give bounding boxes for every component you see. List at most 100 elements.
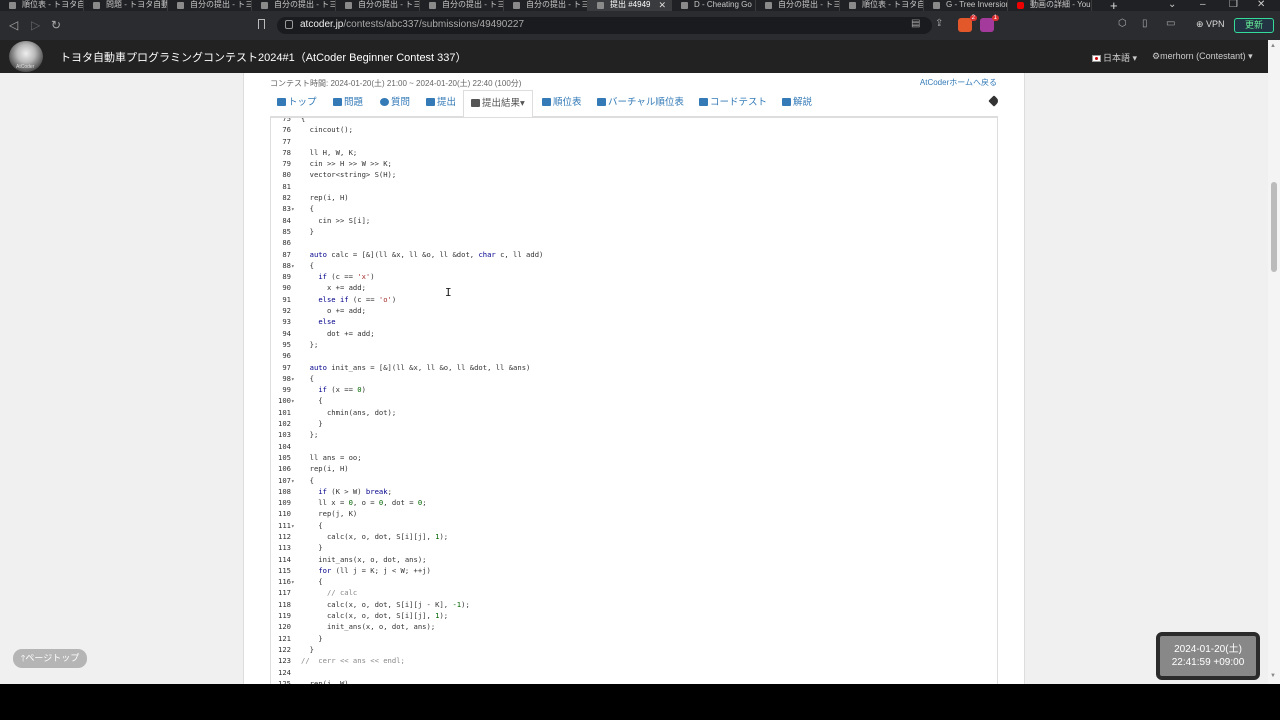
browser-tab[interactable]: 順位表 - トヨタ自動 xyxy=(840,0,924,11)
tab-code-test[interactable]: コードテスト xyxy=(699,90,767,117)
language-dropdown[interactable]: 日本語 ▾ xyxy=(1092,51,1137,64)
scrollbar-thumb[interactable] xyxy=(1271,182,1277,272)
tab-questions[interactable]: 質問 xyxy=(380,90,410,117)
forward-icon[interactable]: ▷ xyxy=(31,18,40,32)
reader-icon[interactable]: ▤ xyxy=(911,18,920,29)
browser-tab[interactable]: 自分の提出 - トヨタ xyxy=(336,0,420,11)
code-text: { xyxy=(301,396,323,406)
code-text: { xyxy=(301,373,314,383)
browser-tab[interactable]: 動画の詳細 - You xyxy=(1008,0,1092,11)
browser-tab[interactable]: 自分の提出 - トヨタ xyxy=(168,0,252,11)
extensions-icon[interactable]: ⬡ xyxy=(1118,18,1127,29)
sidebar-icon[interactable]: ▯ xyxy=(1142,18,1148,29)
line-number: 88 xyxy=(282,260,291,270)
code-line: 78 ll H, W, K; xyxy=(271,147,997,158)
browser-tab[interactable]: 自分の提出 - トヨタ xyxy=(252,0,336,11)
browser-tab-title: 問題 - トヨタ自動車 xyxy=(106,0,167,9)
favicon-icon xyxy=(261,2,268,9)
contest-time: コンテスト時間: 2024-01-20(土) 21:00 ~ 2024-01-2… xyxy=(270,79,522,88)
close-tab-icon[interactable]: ✕ xyxy=(658,0,666,10)
browser-tab-title: D - Cheating Go xyxy=(694,0,752,9)
code-text: else xyxy=(318,317,336,327)
browser-tab[interactable]: 自分の提出 - トヨタ xyxy=(504,0,588,11)
restore-icon[interactable]: ❐ xyxy=(1229,0,1238,10)
url-text[interactable]: atcoder.jp/contests/abc337/submissions/4… xyxy=(300,19,524,30)
code-line: 101 chmin(ans, dot); xyxy=(271,407,997,418)
code-line: 103 }; xyxy=(271,429,997,440)
browser-tab-title: 提出 #4949 xyxy=(610,0,651,9)
tab-top-label: トップ xyxy=(288,97,317,108)
new-tab-icon[interactable]: + xyxy=(1110,0,1118,11)
tab-top[interactable]: トップ xyxy=(277,90,317,117)
browser-tab[interactable]: D - Cheating Go xyxy=(672,0,756,11)
line-number: 76 xyxy=(282,125,291,135)
bookmark-icon[interactable] xyxy=(258,19,265,29)
browser-tab[interactable]: 提出 #4949 ✕ xyxy=(588,0,672,11)
code-text: ll x = 0, o = 0, dot = 0; xyxy=(301,498,427,508)
back-icon[interactable]: ◁ xyxy=(9,18,18,32)
tab-editorial[interactable]: 解説 xyxy=(782,90,812,117)
code-text: } xyxy=(301,633,323,643)
home-icon xyxy=(277,98,286,106)
tab-search-icon[interactable]: ⌄ xyxy=(1168,0,1176,10)
brave-shields-icon[interactable]: 2 xyxy=(958,15,977,32)
language-label: 日本語 xyxy=(1103,53,1131,63)
share-icon[interactable]: ⇪ xyxy=(935,18,943,29)
code-line: 75 { xyxy=(271,118,997,124)
pin-icon[interactable] xyxy=(988,95,1000,107)
code-line: 113 } xyxy=(271,542,997,553)
source-code-block[interactable]: 75{76 cincout(); 77 78 ll H, W, K; 79 cin >… xyxy=(270,117,998,684)
browser-tab[interactable]: G - Tree Inversion xyxy=(924,0,1008,11)
line-number: 116 xyxy=(278,577,291,587)
code-text: // cerr << ans << endl; xyxy=(301,656,405,666)
user-dropdown[interactable]: ⚙merhorn (Contestant) ▾ xyxy=(1152,51,1253,62)
line-number: 85 xyxy=(282,226,291,236)
browser-tab[interactable]: 順位表 - トヨタ自動 xyxy=(0,0,84,11)
tab-virtual-standings[interactable]: バーチャル順位表 xyxy=(597,90,684,117)
favicon-icon xyxy=(93,2,100,9)
browser-tab[interactable]: 問題 - トヨタ自動車 xyxy=(84,0,168,11)
code-text: } xyxy=(301,644,314,654)
home-link[interactable]: AtCoderホームへ戻る xyxy=(920,77,997,88)
line-number: 108 xyxy=(278,486,291,496)
code-line: 94 dot += add; xyxy=(271,328,997,339)
page-scrollbar[interactable]: ▲ ▼ xyxy=(1268,40,1280,684)
code-line: 80 vector<string> S(H); xyxy=(271,169,997,180)
contest-nav-tabs: トップ 問題 質問 提出 提出結果▾ 順位表 バーチャル順位表 コードテスト 解… xyxy=(270,90,1000,118)
line-number: 100 xyxy=(278,396,291,406)
line-number: 103 xyxy=(278,430,291,440)
vpn-label: VPN xyxy=(1206,19,1225,29)
browser-tab[interactable]: 自分の提出 - トヨタ xyxy=(756,0,840,11)
vpn-button[interactable]: ⊕ VPN xyxy=(1196,19,1225,30)
page-top-button[interactable]: 🡑ページトップ xyxy=(13,649,87,668)
code-text: chmin(ans, dot); xyxy=(301,407,397,417)
line-number: 122 xyxy=(278,644,291,654)
tab-list: 順位表 - トヨタ自動 問題 - トヨタ自動車 自分の提出 - トヨタ 自分の提出 -… xyxy=(0,0,1092,11)
line-number: 95 xyxy=(282,339,291,349)
brave-rewards-icon[interactable]: 1 xyxy=(980,15,999,32)
browser-tab[interactable]: 自分の提出 - トヨタ xyxy=(420,0,504,11)
favicon-icon xyxy=(1017,2,1024,9)
scroll-up-icon[interactable]: ▲ xyxy=(1270,43,1276,49)
close-window-icon[interactable]: ✕ xyxy=(1257,0,1265,10)
code-line: 87 auto calc = [&](ll &x, ll &o, ll &dot… xyxy=(271,249,997,260)
tab-problems[interactable]: 問題 xyxy=(333,90,363,117)
code-line: 97 auto init_ans = [&](ll &x, ll &o, ll … xyxy=(271,362,997,373)
contest-title[interactable]: トヨタ自動車プログラミングコンテスト2024#1（AtCoder Beginne… xyxy=(60,49,467,65)
scroll-down-icon[interactable]: ▼ xyxy=(1270,673,1276,679)
code-text: calc(x, o, dot, S[i][j], 1); xyxy=(301,611,449,621)
reload-icon[interactable]: ↻ xyxy=(51,18,61,32)
code-text: ll ans = oo; xyxy=(301,452,362,462)
tab-standings[interactable]: 順位表 xyxy=(542,90,582,117)
tab-submit[interactable]: 提出 xyxy=(426,90,456,117)
code-line: 79 cin >> H >> W >> K; xyxy=(271,158,997,169)
tab-results[interactable]: 提出結果▾ xyxy=(463,90,533,118)
tab-questions-label: 質問 xyxy=(391,97,411,108)
browser-tab-title: 自分の提出 - トヨタ xyxy=(274,0,335,9)
update-button[interactable]: 更新 xyxy=(1234,18,1274,33)
code-line: 96 xyxy=(271,350,997,361)
favicon-icon xyxy=(765,2,772,9)
minimize-icon[interactable]: – xyxy=(1200,0,1206,10)
wallet-icon[interactable]: ▭ xyxy=(1166,18,1175,29)
address-bar[interactable]: atcoder.jp/contests/abc337/submissions/4… xyxy=(277,17,932,34)
